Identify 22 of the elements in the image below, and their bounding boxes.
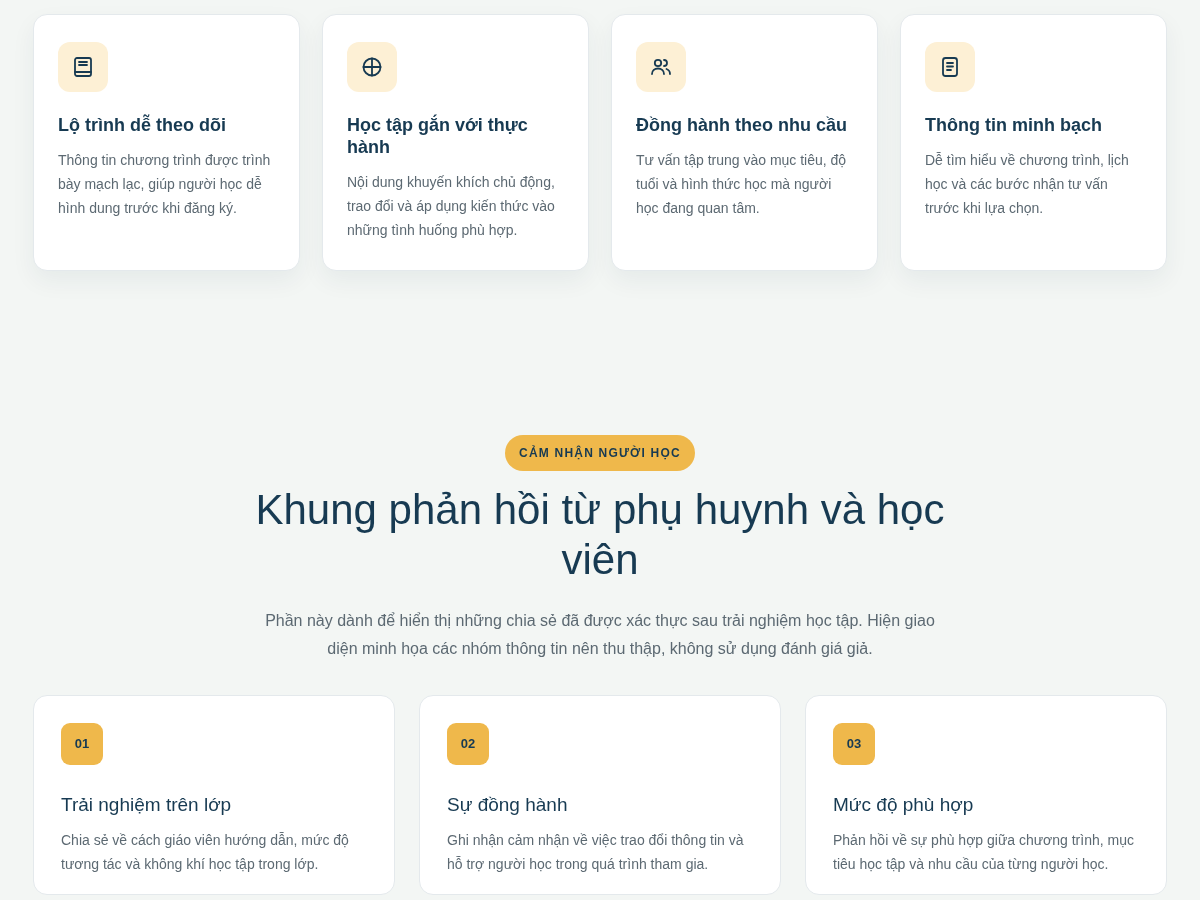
feature-title: Học tập gắn với thực hành xyxy=(347,114,529,158)
crosshair-icon xyxy=(360,55,384,79)
card-title: Mức độ phù hợp xyxy=(833,793,975,817)
section-badge: CẢM NHẬN NGƯỜI HỌC xyxy=(505,435,695,471)
feature-description: Dễ tìm hiểu về chương trình, lịch học và các bước nhận tư vấn trước khi lựa chọn. xyxy=(925,151,1130,218)
book-icon xyxy=(71,55,95,79)
section-intro: Phần này dành để hiển thị những chia sẻ đã được xác thực sau trải nghiệm học tập. Hiện giao diện minh họa các nhóm thông tin nên thu thập, không sử dụng đánh giá giả. xyxy=(264,611,936,659)
card-title: Sự đồng hành xyxy=(447,793,569,817)
section-title: Khung phản hồi từ phụ huynh và học viên xyxy=(254,485,946,585)
card-description: Ghi nhận cảm nhận về việc trao đổi thông tin và hỗ trợ người học trong quá trình tham gia. xyxy=(447,831,745,874)
card-title: Trải nghiệm trên lớp xyxy=(61,793,233,817)
feature-description: Nội dung khuyến khích chủ động, trao đổi và áp dụng kiến thức vào những tình huống phù hợp. xyxy=(347,173,556,240)
feature-description: Tư vấn tập trung vào mục tiêu, độ tuổi và hình thức học mà người học đang quan tâm. xyxy=(636,151,848,218)
feature-title: Đồng hành theo nhu cầu xyxy=(636,114,848,136)
number-badge: 03 xyxy=(833,723,875,765)
card-description: Phản hồi về sự phù hợp giữa chương trình, mục tiêu học tập và nhu cầu của từng người học. xyxy=(833,831,1135,874)
feature-title: Thông tin minh bạch xyxy=(925,114,1103,136)
number-badge: 02 xyxy=(447,723,489,765)
feature-title: Lộ trình dễ theo dõi xyxy=(58,114,227,136)
feature-description: Thông tin chương trình được trình bày mạch lạc, giúp người học dễ hình dung trước khi đăng ký. xyxy=(58,151,272,218)
number-badge: 01 xyxy=(61,723,103,765)
card-description: Chia sẻ về cách giáo viên hướng dẫn, mức độ tương tác và không khí học tập trong lớp. xyxy=(61,831,350,874)
